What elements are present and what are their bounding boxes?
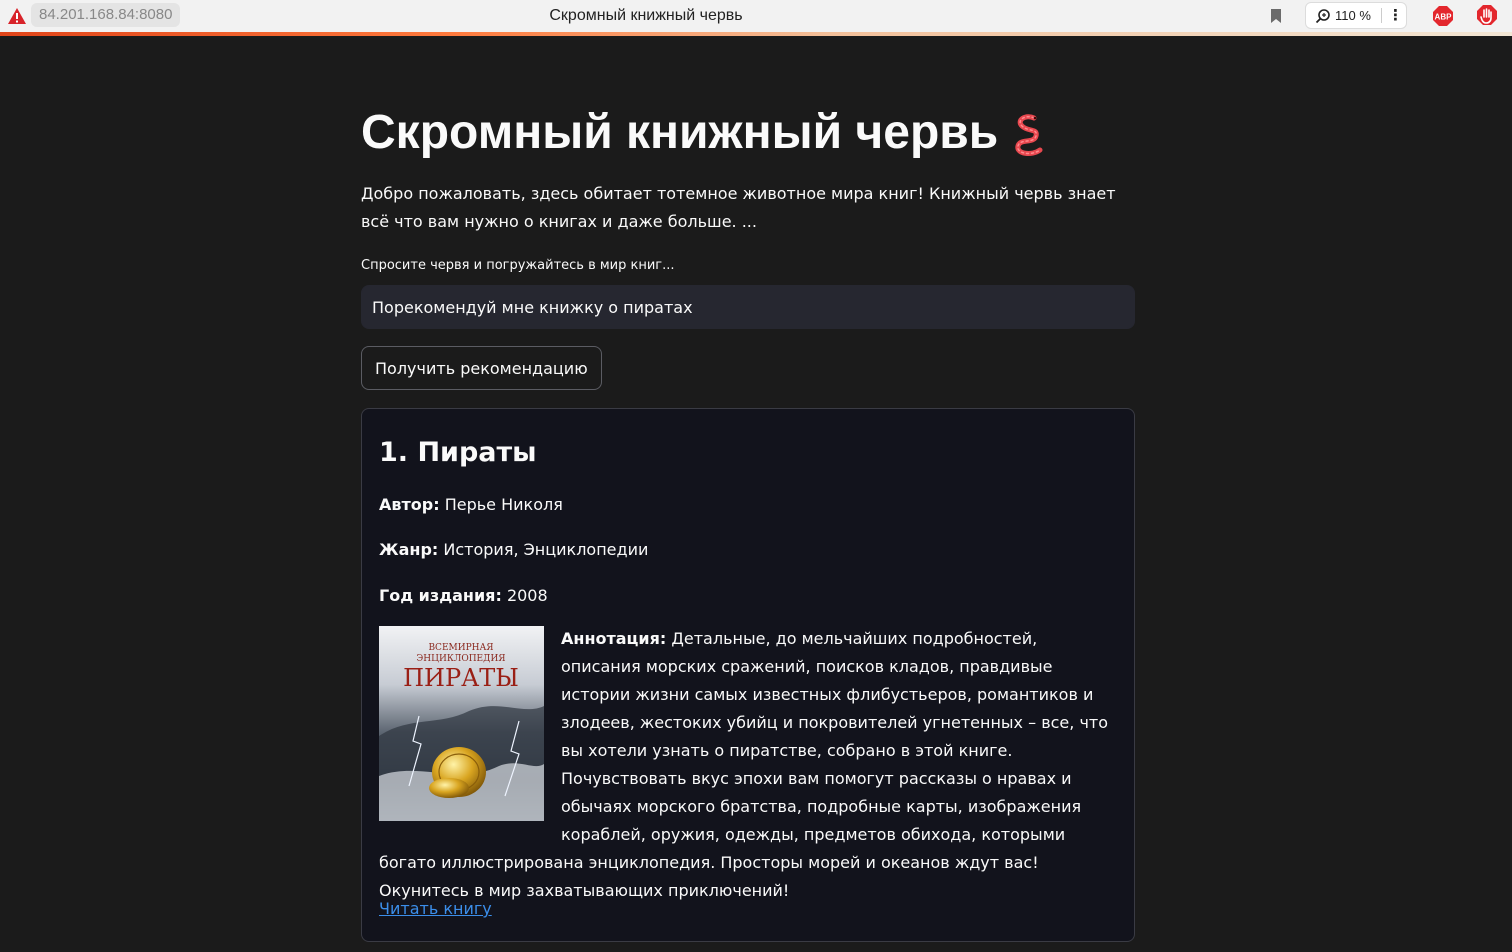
genre-value: История, Энциклопедии bbox=[443, 540, 649, 559]
annotation-label: Аннотация: bbox=[561, 629, 667, 648]
page-title-text: Скромный книжный червь bbox=[361, 106, 999, 159]
genre-row: Жанр: История, Энциклопедии bbox=[379, 538, 648, 562]
zoom-icon bbox=[1315, 9, 1330, 24]
query-input[interactable] bbox=[361, 285, 1135, 329]
tab-title: Скромный книжный червь bbox=[549, 7, 743, 24]
cover-line2: ЭНЦИКЛОПЕДИЯ bbox=[416, 654, 505, 664]
author-label: Автор: bbox=[379, 495, 440, 514]
zoom-control[interactable]: 110 % ⋮ bbox=[1305, 2, 1407, 29]
author-value: Перье Николя bbox=[444, 495, 563, 514]
adblock-extension-icon[interactable] bbox=[1476, 4, 1498, 26]
year-row: Год издания: 2008 bbox=[379, 584, 548, 608]
intro-text: Добро пожаловать, здесь обитает тотемное… bbox=[361, 184, 1116, 231]
cover-line1: ВСЕМИРНАЯ bbox=[428, 643, 493, 653]
recommendation-card: 1. Пираты Автор: Перье Николя Жанр: Исто… bbox=[361, 408, 1135, 942]
bookmark-icon[interactable] bbox=[1269, 8, 1283, 24]
browser-toolbar: 84.201.168.84:8080 Скромный книжный черв… bbox=[0, 0, 1512, 33]
author-row: Автор: Перье Николя bbox=[379, 493, 563, 517]
read-book-link[interactable]: Читать книгу bbox=[379, 899, 492, 918]
book-cover-image: ВСЕМИРНАЯ ЭНЦИКЛОПЕДИЯ ПИРАТЫ bbox=[379, 626, 544, 821]
cover-title: ПИРАТЫ bbox=[403, 664, 519, 692]
year-label: Год издания: bbox=[379, 586, 502, 605]
book-title: 1. Пираты bbox=[379, 437, 537, 468]
query-input-label: Спросите червя и погружайтесь в мир книг… bbox=[361, 258, 675, 273]
zoom-divider bbox=[1381, 8, 1382, 23]
svg-text:ABP: ABP bbox=[1435, 13, 1453, 22]
adblock-plus-icon[interactable]: ABP bbox=[1432, 5, 1454, 27]
page-title: Скромный книжный червь bbox=[361, 104, 1048, 162]
toolbar-accent-line bbox=[0, 32, 1512, 36]
get-recommendation-button[interactable]: Получить рекомендацию bbox=[361, 346, 602, 390]
worm-emoji-icon bbox=[1015, 114, 1043, 157]
genre-label: Жанр: bbox=[379, 540, 439, 559]
more-menu-icon[interactable]: ⋮ bbox=[1388, 3, 1403, 27]
zoom-level: 110 % bbox=[1335, 8, 1371, 23]
year-value: 2008 bbox=[506, 586, 548, 605]
